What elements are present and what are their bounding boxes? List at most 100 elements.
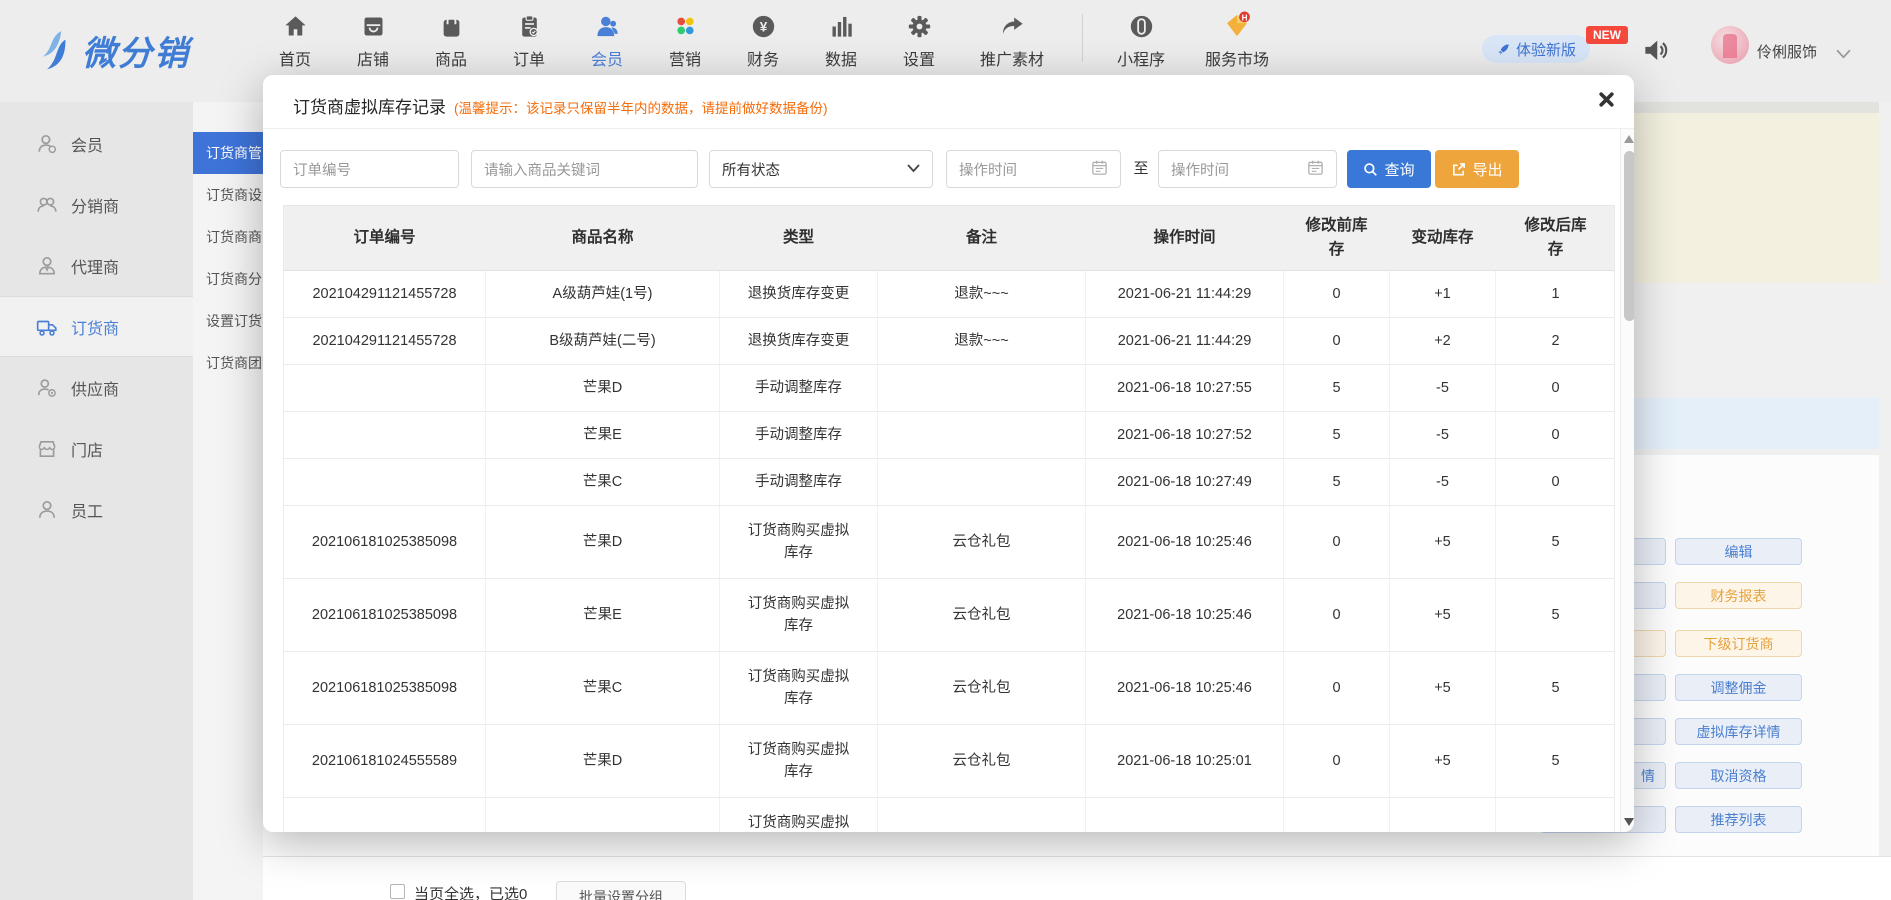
table-cell: 2 [1496,318,1615,364]
query-button[interactable]: 查询 [1347,150,1431,188]
status-select[interactable]: 所有状态 [709,150,933,188]
submenu-item-settings[interactable]: 订货商设 [193,174,263,216]
share-arrow-icon [999,10,1026,40]
table-cell: 0 [1284,652,1390,724]
table-cell: 2021-06-18 10:25:46 [1086,506,1284,578]
table-header-row: 订单编号商品名称类型备注操作时间修改前库 存变动库存修改后库 存 [283,205,1615,271]
try-new-version-button[interactable]: 体验新版 [1482,35,1590,63]
avatar[interactable] [1711,26,1749,64]
sidebar-item-agents[interactable]: 代理商 [0,235,193,296]
sidebar-item-distributors[interactable]: 分销商 [0,174,193,235]
table-cell [878,412,1086,458]
modal-hint: (温馨提示：该记录只保留半年内的数据，请提前做好数据备份) [454,97,828,117]
row-action-button[interactable]: 编辑 [1675,538,1802,565]
sidebar-item-stores[interactable]: 门店 [0,418,193,479]
table-row: 芒果E手动调整库存2021-06-18 10:27:525-50 [283,412,1615,459]
speaker-icon[interactable] [1641,35,1671,70]
staff-icon [36,499,58,521]
scrollbar-thumb[interactable] [1624,151,1634,321]
table-row: 芒果C手动调整库存2021-06-18 10:27:495-50 [283,459,1615,506]
table-cell: 芒果D [486,365,720,411]
table-cell: 手动调整库存 [720,412,878,458]
table-cell: 5 [1284,365,1390,411]
sidebar-item-staff[interactable]: 员工 [0,479,193,540]
row-action-button[interactable]: 虚拟库存详情 [1675,718,1802,745]
table-cell: 退款~~~ [878,271,1086,317]
chevron-down-icon[interactable] [1836,46,1851,64]
new-badge: NEW [1586,26,1628,44]
sidebar-item-vendors[interactable]: 供应商 [0,357,193,418]
table-cell: 芒果E [486,579,720,651]
nav-item-products[interactable]: 商品 [418,10,484,70]
nav-item-members[interactable]: 会员 [574,10,640,70]
table-header-cell: 修改前库 存 [1284,206,1390,270]
nav-item-data[interactable]: 数据 [808,10,874,70]
row-action-button[interactable]: 取消资格 [1675,762,1802,789]
table-cell: 2021-06-18 10:25:46 [1086,579,1284,651]
nav-item-service-market[interactable]: H 服务市场 [1189,10,1285,70]
table-cell: 2021-06-18 10:27:49 [1086,459,1284,505]
table-cell [878,459,1086,505]
batch-set-group-button[interactable]: 批量设置分组 [556,881,686,900]
submenu-item-groups[interactable]: 订货商分 [193,258,263,300]
virtual-stock-records-modal: 订货商虚拟库存记录 (温馨提示：该记录只保留半年内的数据，请提前做好数据备份) … [263,75,1634,832]
submenu-item-set-order[interactable]: 设置订货 [193,300,263,342]
sidebar-item-suppliers-order[interactable]: 订货商 [0,296,193,357]
time-start-input[interactable]: 操作时间 [946,150,1121,188]
nav-item-orders[interactable]: 订单 [496,10,562,70]
nav-item-finance[interactable]: ¥ 财务 [730,10,796,70]
keyword-input[interactable]: 请输入商品关键词 [471,150,698,188]
clipboard-icon [516,10,543,40]
table-cell: 5 [1284,412,1390,458]
table-header-cell: 操作时间 [1086,206,1284,270]
main-nav: 首页 店铺 商品 订单 会员 [262,10,1285,70]
row-action-button[interactable]: 财务报表 [1675,582,1802,609]
table-row: 202104291121455728A级葫芦娃(1号)退换货库存变更退款~~~2… [283,271,1615,318]
table-cell: 202106181025385098 [284,652,486,724]
table-cell: 手动调整库存 [720,365,878,411]
table-cell [1390,798,1496,832]
submenu-item-manage[interactable]: 订货商管 [193,132,263,174]
nav-item-promo-materials[interactable]: 推广素材 [964,10,1060,70]
table-cell: 云仓礼包 [878,506,1086,578]
table-cell: 云仓礼包 [878,652,1086,724]
submenu-item-goods[interactable]: 订货商商 [193,216,263,258]
table-row: 芒果D手动调整库存2021-06-18 10:27:555-50 [283,365,1615,412]
order-no-input[interactable]: 订单编号 [280,150,459,188]
table-cell: 0 [1284,506,1390,578]
row-action-button[interactable]: 下级订货商 [1675,630,1802,657]
table-cell: 退款~~~ [878,318,1086,364]
export-button[interactable]: 导出 [1435,150,1519,188]
submenu-item-team[interactable]: 订货商团 [193,342,263,384]
account-name[interactable]: 伶俐服饰 [1757,41,1817,62]
table-row: 202106181025385098芒果D订货商购买虚拟 库存云仓礼包2021-… [283,506,1615,579]
table-cell: 云仓礼包 [878,579,1086,651]
records-table: 订单编号商品名称类型备注操作时间修改前库 存变动库存修改后库 存 2021042… [283,205,1615,832]
submenu-panel: 订货商管 订货商设 订货商商 订货商分 设置订货 订货商团 [193,102,263,900]
app-logo[interactable]: 微分销 [40,26,190,75]
row-action-button[interactable]: 调整佣金 [1675,674,1802,701]
table-cell: -5 [1390,365,1496,411]
member-icon [36,133,58,155]
yen-circle-icon: ¥ [750,10,777,40]
time-end-input[interactable]: 操作时间 [1158,150,1337,188]
select-all-checkbox[interactable] [390,884,405,899]
nav-item-mini-program[interactable]: 小程序 [1105,10,1177,70]
table-cell: 芒果C [486,652,720,724]
table-cell: +5 [1390,579,1496,651]
nav-item-marketing[interactable]: 营销 [652,10,718,70]
scroll-down-icon[interactable] [1624,818,1634,826]
export-icon [1451,162,1466,177]
nav-item-settings[interactable]: 设置 [886,10,952,70]
nav-item-shop[interactable]: 店铺 [340,10,406,70]
store-icon [36,438,58,460]
member-person-icon [594,10,621,40]
table-cell: 芒果C [486,459,720,505]
nav-item-home[interactable]: 首页 [262,10,328,70]
table-cell: 0 [1496,459,1615,505]
row-action-button[interactable]: 推荐列表 [1675,806,1802,833]
table-cell: 5 [1496,506,1615,578]
sidebar-item-members[interactable]: 会员 [0,113,193,174]
scroll-up-icon[interactable] [1624,135,1634,143]
close-icon[interactable] [1594,87,1618,111]
